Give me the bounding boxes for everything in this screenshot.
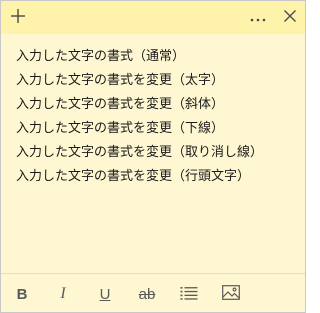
plus-icon [10, 8, 26, 28]
format-toolbar: B I U ab [1, 273, 305, 313]
note-titlebar [1, 1, 305, 34]
underline-button[interactable]: U [93, 282, 117, 306]
add-note-button[interactable] [3, 1, 33, 34]
image-icon [222, 284, 240, 304]
note-line: 入力した文字の書式を変更（行頭文字） [16, 169, 251, 184]
note-line: 入力した文字の書式を変更（斜体） [16, 97, 225, 112]
note-editor[interactable]: 入力した文字の書式（通常） 入力した文字の書式を変更（太字） 入力した文字の書式… [16, 45, 295, 189]
note-line: 入力した文字の書式を変更（下線） [16, 121, 225, 136]
note-line: 入力した文字の書式（通常） [16, 49, 186, 64]
note-line: 入力した文字の書式を変更（太字） [16, 73, 225, 88]
sticky-note: 入力した文字の書式（通常） 入力した文字の書式を変更（太字） 入力した文字の書式… [0, 0, 306, 313]
italic-button[interactable]: I [51, 282, 75, 306]
bullet-list-button[interactable] [177, 282, 201, 306]
bullet-list-icon [180, 285, 198, 304]
bold-button[interactable]: B [10, 282, 34, 306]
note-line: 入力した文字の書式を変更（取り消し線） [16, 145, 264, 160]
strikethrough-button[interactable]: ab [135, 282, 159, 306]
close-icon [283, 8, 297, 27]
close-button[interactable] [275, 1, 305, 34]
insert-image-button[interactable] [219, 282, 243, 306]
more-options-button[interactable] [243, 1, 273, 34]
more-icon [249, 8, 267, 27]
